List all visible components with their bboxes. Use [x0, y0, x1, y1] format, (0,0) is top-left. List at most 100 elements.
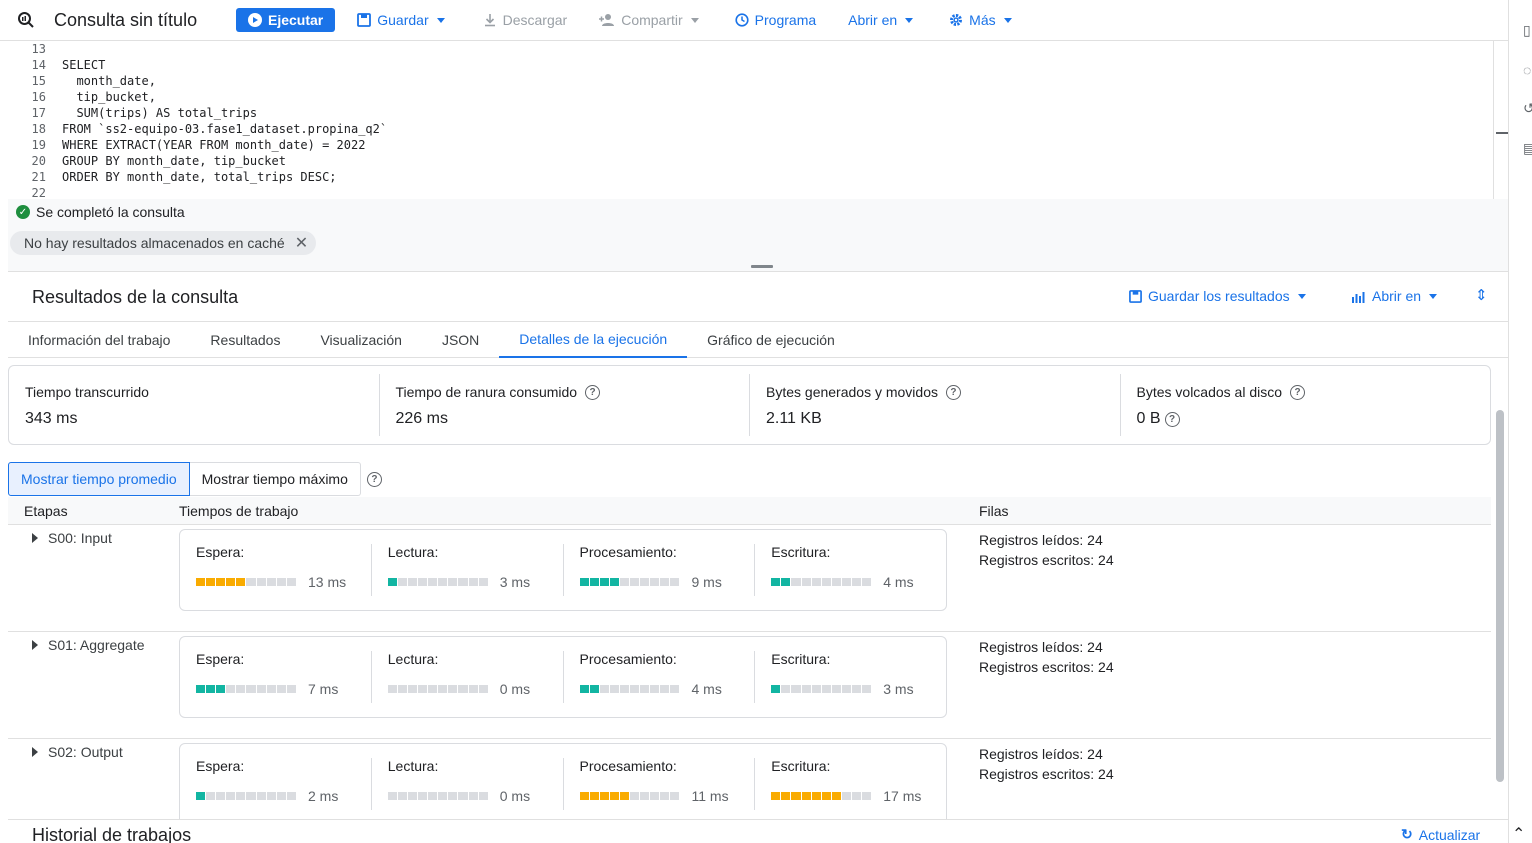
info-icon[interactable]: ▯: [1523, 22, 1531, 39]
timing-value: 9 ms: [691, 574, 722, 590]
metric-value-text: 0 B: [1136, 410, 1161, 427]
timing-cell: Lectura: 0 ms: [372, 651, 564, 703]
run-button[interactable]: Ejecutar: [236, 8, 336, 32]
timing-bar: [579, 685, 680, 693]
editor-line[interactable]: 15 month_date,: [8, 73, 1493, 89]
records-read: Registros leídos: 24: [979, 639, 1103, 655]
tab-2[interactable]: Visualización: [300, 322, 421, 358]
close-icon[interactable]: ✕: [295, 233, 308, 253]
more-button[interactable]: Más: [949, 12, 1012, 28]
open-in-button[interactable]: Abrir en: [848, 12, 914, 28]
editor-line[interactable]: 20 GROUP BY month_date, tip_bucket: [8, 153, 1493, 169]
expand-collapse-icon[interactable]: ⇕: [1475, 286, 1488, 304]
timing-bar-row: 0 ms: [387, 788, 547, 804]
help-icon[interactable]: ?: [585, 384, 601, 400]
timing-bar-row: 0 ms: [387, 681, 547, 697]
bar-segment: [196, 578, 206, 586]
timing-bar-row: 4 ms: [771, 574, 930, 590]
schedule-button[interactable]: Programa: [735, 12, 816, 28]
query-title[interactable]: Consulta sin título: [54, 10, 236, 31]
stage-expand-toggle[interactable]: S01: Aggregate: [32, 637, 145, 653]
bar-segment: [246, 578, 256, 586]
timing-cell: Lectura: 0 ms: [372, 758, 564, 810]
bar-segment: [458, 792, 468, 800]
results-scrollbar[interactable]: [1496, 410, 1504, 782]
editor-line[interactable]: 14 SELECT: [8, 57, 1493, 73]
editor-line[interactable]: 16 tip_bucket,: [8, 89, 1493, 105]
help-icon[interactable]: ?: [366, 471, 382, 487]
editor-line[interactable]: 13: [8, 41, 1493, 57]
bar-segment: [660, 792, 670, 800]
help-icon[interactable]: ?: [945, 384, 961, 400]
download-button[interactable]: Descargar: [483, 12, 567, 28]
help-icon[interactable]: ?: [1290, 384, 1306, 400]
show-average-time-button[interactable]: Mostrar tiempo promedio: [8, 462, 190, 496]
bar-segment: [216, 792, 226, 800]
metric-label-text: Bytes generados y movidos: [766, 384, 938, 400]
show-max-time-button[interactable]: Mostrar tiempo máximo: [189, 462, 361, 496]
results-open-in-button[interactable]: Abrir en: [1351, 288, 1438, 304]
records-written: Registros escritos: 24: [979, 766, 1114, 782]
stage-expand-toggle[interactable]: S00: Input: [32, 530, 112, 546]
editor-line[interactable]: 19 WHERE EXTRACT(YEAR FROM month_date) = …: [8, 137, 1493, 153]
tab-5[interactable]: Gráfico de ejecución: [687, 322, 855, 358]
header-rows: Filas: [979, 503, 1009, 519]
bar-segment: [458, 685, 468, 693]
timing-bar: [196, 792, 296, 800]
editor-line[interactable]: 17 SUM(trips) AS total_trips: [8, 105, 1493, 121]
save-button[interactable]: Guardar: [357, 12, 445, 28]
undo-icon[interactable]: ↺: [1523, 100, 1532, 117]
collapse-up-icon[interactable]: ⌃: [1512, 824, 1525, 843]
help-icon[interactable]: ?: [1164, 411, 1180, 427]
bar-segment: [771, 685, 781, 693]
editor-line[interactable]: 18 FROM `ss2-equipo-03.fase1_dataset.prop…: [8, 121, 1493, 137]
query-status: ✓ Se completó la consulta: [16, 204, 185, 220]
share-button[interactable]: Compartir: [599, 12, 699, 28]
notes-icon[interactable]: ▤: [1523, 140, 1532, 157]
bar-segment: [811, 792, 821, 800]
editor-scrollbar[interactable]: [1493, 41, 1508, 199]
panel-resize-handle[interactable]: [751, 265, 773, 268]
bar-segment: [266, 578, 276, 586]
timing-cell: Escritura: 4 ms: [755, 544, 946, 596]
bar-segment: [609, 685, 619, 693]
bar-segment: [236, 792, 246, 800]
bar-segment: [821, 792, 831, 800]
bar-segment: [831, 685, 841, 693]
bar-segment: [448, 792, 458, 800]
tab-3[interactable]: JSON: [422, 322, 499, 358]
timing-value: 17 ms: [883, 788, 922, 804]
metric-label: Bytes generados y movidos?: [766, 384, 1104, 400]
editor-line[interactable]: 21 ORDER BY month_date, total_trips DESC;: [8, 169, 1493, 185]
tab-0[interactable]: Información del trabajo: [8, 322, 190, 358]
metric-card: Tiempo transcurrido 343 ms: [9, 374, 380, 436]
metric-label-text: Tiempo transcurrido: [25, 384, 149, 400]
results-open-in-label: Abrir en: [1372, 288, 1422, 304]
bar-segment: [781, 792, 791, 800]
bar-segment: [226, 578, 236, 586]
save-results-button[interactable]: Guardar los resultados: [1129, 288, 1306, 304]
refresh-button[interactable]: ↻ Actualizar: [1401, 826, 1480, 843]
tab-4[interactable]: Detalles de la ejecución: [499, 322, 688, 358]
bar-segment: [811, 685, 821, 693]
more-label: Más: [969, 12, 996, 28]
bar-segment: [226, 685, 236, 693]
history-icon[interactable]: ◌: [1523, 62, 1531, 78]
timing-value: 4 ms: [883, 574, 914, 590]
line-number: 15: [31, 74, 46, 88]
bar-segment: [650, 685, 660, 693]
bar-segment: [256, 578, 266, 586]
bar-segment: [619, 578, 629, 586]
save-results-label: Guardar los resultados: [1148, 288, 1290, 304]
stage-expand-toggle[interactable]: S02: Output: [32, 744, 123, 760]
open-in-label: Abrir en: [848, 12, 898, 28]
timing-cell: Lectura: 3 ms: [372, 544, 564, 596]
bar-segment: [206, 685, 216, 693]
bar-segment: [438, 685, 448, 693]
tab-1[interactable]: Resultados: [190, 322, 300, 358]
line-number: 17: [31, 106, 46, 120]
bar-segment: [407, 578, 418, 586]
timing-bar: [387, 578, 488, 586]
sql-editor[interactable]: 13 14 SELECT 15 month_date, 16 tip_bucket, 17…: [8, 41, 1493, 200]
line-number: 14: [31, 58, 46, 72]
